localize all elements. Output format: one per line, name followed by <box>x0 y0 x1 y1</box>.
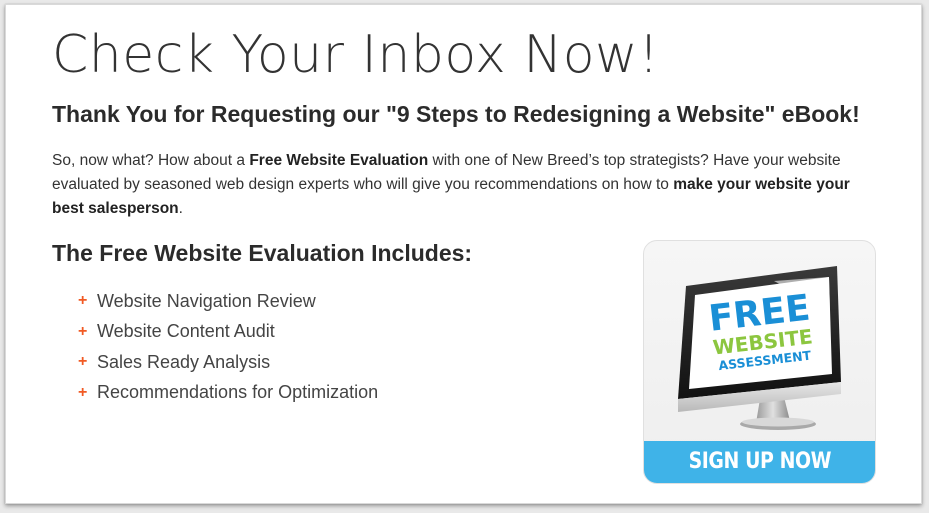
list-item: + Website Navigation Review <box>78 286 378 317</box>
list-item: + Website Content Audit <box>78 317 378 348</box>
plus-icon: + <box>78 292 88 310</box>
thank-you-subheading: Thank You for Requesting our "9 Steps to… <box>52 101 860 127</box>
list-item: + Sales Ready Analysis <box>78 347 378 378</box>
intro-paragraph: So, now what? How about a Free Website E… <box>52 149 882 221</box>
sign-up-cta[interactable]: FREE WEBSITE ASSESSMENT SIGN UP NOW <box>643 240 876 484</box>
sign-up-label: SIGN UP NOW <box>688 449 831 474</box>
includes-heading: The Free Website Evaluation Includes: <box>52 240 473 266</box>
plus-icon: + <box>78 383 88 401</box>
intro-text-3: . <box>178 200 183 217</box>
features-list: + Website Navigation Review + Website Cont… <box>78 286 378 408</box>
monitor-icon: FREE WEBSITE ASSESSMENT <box>678 266 841 430</box>
plus-icon: + <box>78 322 88 340</box>
sign-up-button[interactable]: SIGN UP NOW <box>644 441 875 483</box>
feature-label: Website Navigation Review <box>97 290 316 311</box>
feature-label: Website Content Audit <box>97 321 275 342</box>
feature-label: Recommendations for Optimization <box>97 382 379 403</box>
page-title: Check Your Inbox Now! <box>52 25 660 85</box>
thank-you-card: Check Your Inbox Now! Thank You for Requ… <box>5 4 922 504</box>
plus-icon: + <box>78 353 88 371</box>
intro-text-1: So, now what? How about a <box>52 152 250 169</box>
list-item: + Recommendations for Optimization <box>78 378 378 409</box>
intro-bold-evaluation: Free Website Evaluation <box>249 152 429 169</box>
feature-label: Sales Ready Analysis <box>97 351 271 372</box>
